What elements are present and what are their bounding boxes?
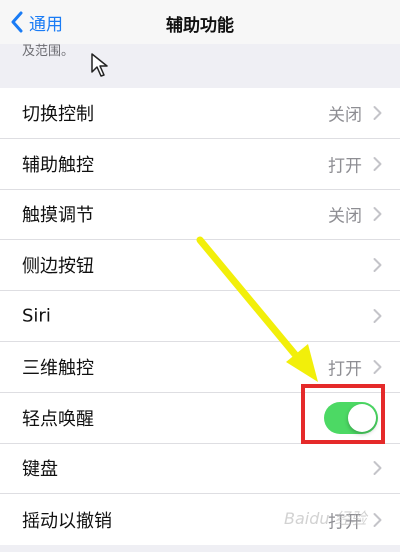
chevron-right-icon <box>373 258 382 273</box>
row-label: 侧边按钮 <box>22 256 94 278</box>
watermark: Baidu 经验 <box>284 509 367 528</box>
chevron-right-icon <box>373 207 382 222</box>
section-footer-text: 及范围。 <box>22 44 75 59</box>
settings-row-assistive-touch[interactable]: 辅助触控 打开 <box>0 139 400 190</box>
settings-row-switch-control[interactable]: 切换控制 关闭 <box>0 88 400 139</box>
chevron-right-icon <box>373 156 382 171</box>
row-value: 关闭 <box>328 105 362 126</box>
chevron-right-icon <box>373 461 382 476</box>
settings-row-siri[interactable]: Siri <box>0 291 400 342</box>
cursor-icon <box>91 53 108 77</box>
chevron-right-icon <box>373 105 382 120</box>
row-label: 触摸调节 <box>22 205 94 227</box>
red-highlight-box <box>301 384 385 444</box>
row-label: Siri <box>22 305 51 327</box>
row-value: 打开 <box>328 156 362 177</box>
settings-row-side-button[interactable]: 侧边按钮 <box>0 240 400 292</box>
chevron-right-icon <box>373 359 382 374</box>
row-value: 关闭 <box>328 206 362 227</box>
navigation-bar: 通用 辅助功能 <box>0 0 400 44</box>
row-label: 三维触控 <box>22 357 94 379</box>
settings-list: 切换控制 关闭 辅助触控 打开 触摸调节 关闭 侧边按钮 Siri 三维触控 打… <box>0 88 400 546</box>
row-label: 键盘 <box>22 459 58 481</box>
settings-row-keyboard[interactable]: 键盘 <box>0 444 400 495</box>
row-label: 切换控制 <box>22 103 94 125</box>
row-label: 轻点唤醒 <box>22 408 94 430</box>
chevron-right-icon <box>373 309 382 324</box>
page-title: 辅助功能 <box>166 16 234 36</box>
row-value: 打开 <box>328 359 362 380</box>
chevron-right-icon <box>373 512 382 527</box>
settings-row-touch-accommodations[interactable]: 触摸调节 关闭 <box>0 190 400 241</box>
row-label: 摇动以撤销 <box>22 510 112 532</box>
row-label: 辅助触控 <box>22 154 94 176</box>
